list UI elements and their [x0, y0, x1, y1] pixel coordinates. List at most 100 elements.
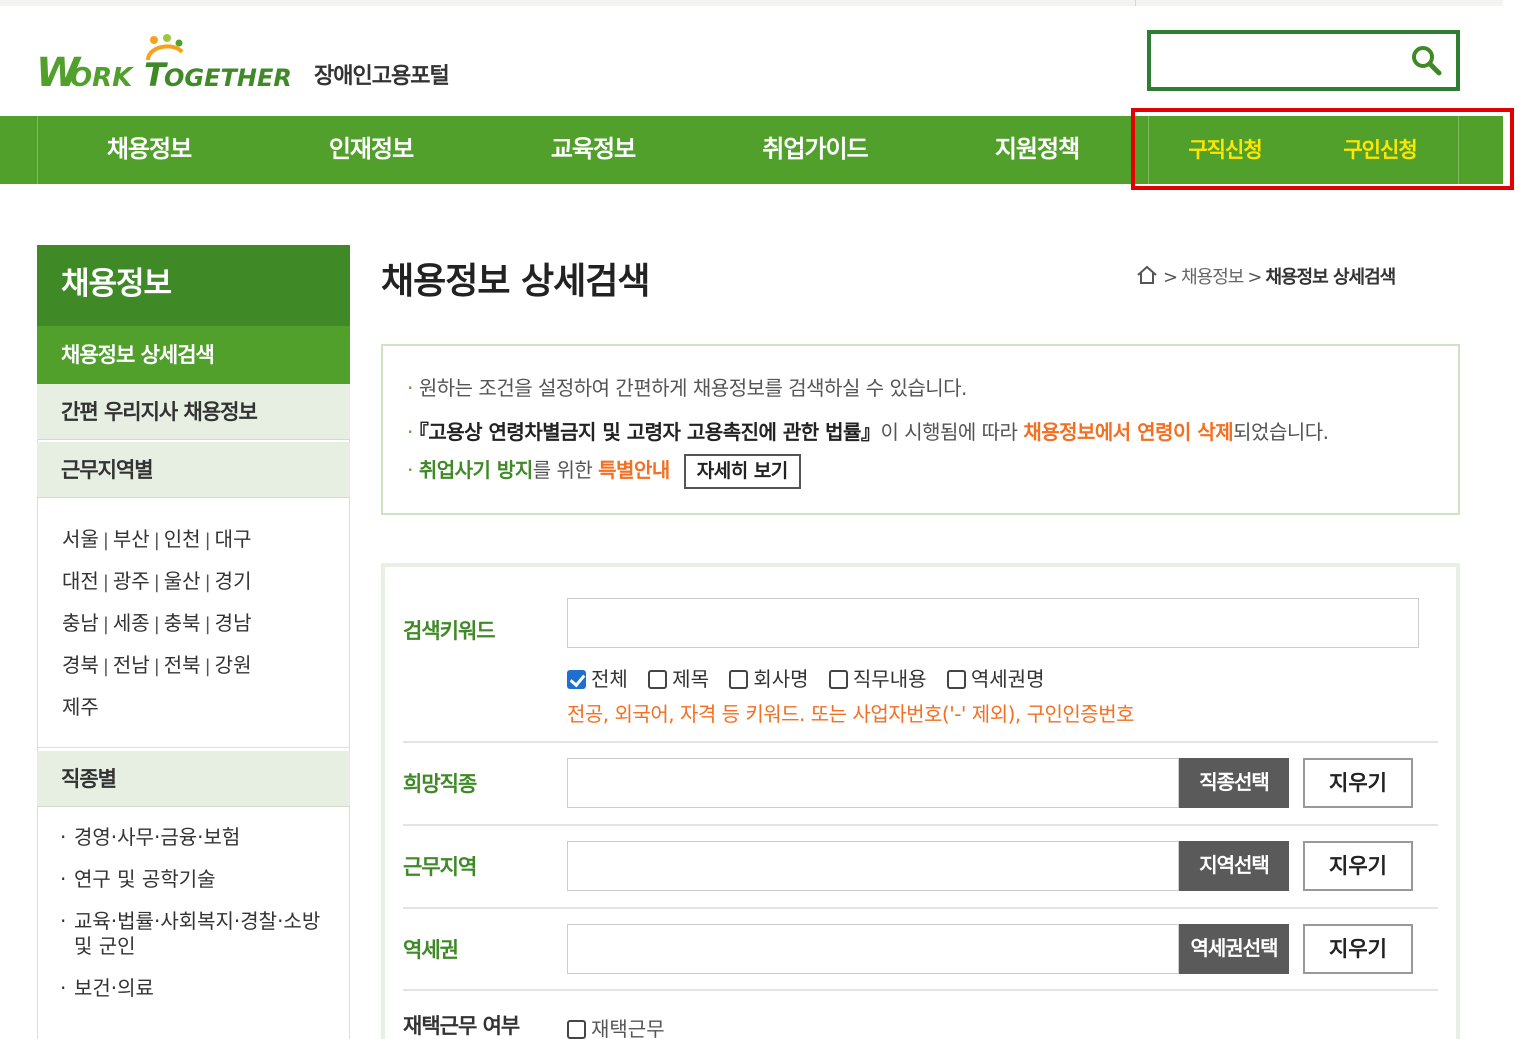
gnb-item-education-info[interactable]: 교육정보: [482, 116, 704, 184]
telework-label: 재택근무 여부: [403, 1014, 520, 1038]
job-category-link[interactable]: 보건·의료: [60, 976, 340, 1001]
divider: [403, 741, 1438, 743]
clear-region-button[interactable]: 지우기: [1303, 841, 1413, 891]
station-label: 역세권: [403, 938, 459, 962]
checkbox-icon: [828, 670, 848, 689]
checkbox-icon: [946, 670, 966, 689]
bullet: ·: [407, 458, 413, 482]
clear-job-button[interactable]: 지우기: [1303, 758, 1413, 808]
notice-line: · 원하는 조건을 설정하여 간편하게 채용정보를 검색하실 수 있습니다.: [407, 372, 967, 401]
region-label: 근무지역: [403, 855, 477, 879]
region-link[interactable]: 전남: [113, 653, 150, 677]
site-logo[interactable]: W ORK T OGETHER 장애인고용포털: [36, 34, 486, 94]
job-category-link[interactable]: 경영·사무·금융·보험: [60, 825, 340, 850]
region-row: 서울 | 부산 | 인천 | 대구: [62, 518, 342, 560]
keyword-scope-options: 전체 제목 회사명 직무내용 역세권명: [567, 663, 1058, 692]
region-link[interactable]: 대구: [215, 527, 252, 551]
clear-station-button[interactable]: 지우기: [1303, 924, 1413, 974]
notice-text: 를 위한: [532, 458, 599, 482]
gnb-item-recruit-info[interactable]: 채용정보: [38, 116, 260, 184]
breadcrumb: > 채용정보 > 채용정보 상세검색: [1135, 263, 1396, 289]
separator: |: [153, 614, 160, 635]
gnb-item-job-seeker-application[interactable]: 구직신청: [1150, 116, 1300, 184]
sidebar-item-by-job[interactable]: 직종별: [37, 751, 350, 807]
search-button[interactable]: [1410, 44, 1444, 78]
select-station-button[interactable]: 역세권선택: [1179, 924, 1289, 974]
notice-emphasis: 채용정보에서 연령이 삭제: [1023, 420, 1234, 444]
checkbox-label: 역세권명: [970, 667, 1045, 691]
gnb-item-talent-info[interactable]: 인재정보: [260, 116, 482, 184]
keyword-scope-all-checkbox[interactable]: 전체: [567, 663, 628, 692]
separator: |: [102, 656, 109, 677]
view-details-button[interactable]: 자세히 보기: [683, 454, 801, 489]
region-link[interactable]: 제주: [62, 695, 99, 719]
work-together-logo-icon: W ORK T OGETHER: [36, 34, 292, 94]
region-link[interactable]: 강원: [215, 653, 252, 677]
region-link[interactable]: 충북: [164, 611, 201, 635]
select-job-button[interactable]: 직종선택: [1179, 758, 1289, 808]
sidebar-item-by-region[interactable]: 근무지역별: [37, 442, 350, 498]
region-link[interactable]: 서울: [62, 527, 99, 551]
gnb-item-job-offer-application[interactable]: 구인신청: [1305, 116, 1455, 184]
notice-line: · 『고용상 연령차별금지 및 고령자 고용촉진에 관한 법률』이 시행됨에 따라…: [407, 416, 1329, 445]
keyword-scope-company-checkbox[interactable]: 회사명: [729, 663, 809, 692]
separator: |: [204, 614, 211, 635]
keyword-scope-duty-checkbox[interactable]: 직무내용: [828, 663, 927, 692]
site-search: [1147, 30, 1460, 91]
station-input[interactable]: [567, 924, 1179, 974]
notice-text: 이 시행됨에 따라: [880, 420, 1024, 444]
separator: |: [153, 530, 160, 551]
region-link[interactable]: 세종: [113, 611, 150, 635]
notice-box: · 원하는 조건을 설정하여 간편하게 채용정보를 검색하실 수 있습니다. · 『…: [381, 344, 1460, 515]
divider: [1148, 116, 1149, 184]
region-link[interactable]: 충남: [62, 611, 99, 635]
law-title: 『고용상 연령차별금지 및 고령자 고용촉진에 관한 법률』: [418, 420, 881, 444]
separator: |: [102, 572, 109, 593]
sidebar: 채용정보 채용정보 상세검색 간편 우리지사 채용정보 근무지역별 서울 | 부산 |…: [37, 245, 350, 1039]
keyword-scope-title-checkbox[interactable]: 제목: [648, 663, 709, 692]
search-input[interactable]: [1159, 42, 1399, 79]
sidebar-item-detail-search[interactable]: 채용정보 상세검색: [37, 326, 350, 384]
chevron-right-icon: >: [1163, 267, 1178, 288]
region-link[interactable]: 경남: [215, 611, 252, 635]
checkbox-icon: [567, 1020, 586, 1039]
job-category-link[interactable]: 교육·법률·사회복지·경찰·소방 및 군인: [60, 909, 340, 959]
checkbox-label: 재택근무: [591, 1017, 665, 1039]
gnb-item-job-guide[interactable]: 취업가이드: [704, 116, 926, 184]
divider: [38, 747, 349, 748]
keyword-scope-station-checkbox[interactable]: 역세권명: [946, 663, 1045, 692]
home-icon[interactable]: [1135, 263, 1159, 287]
region-link[interactable]: 경북: [62, 653, 99, 677]
region-link[interactable]: 인천: [164, 527, 201, 551]
checkbox-label: 직무내용: [852, 667, 927, 691]
region-row: 충남 | 세종 | 충북 | 경남: [62, 602, 342, 644]
search-icon: [1412, 46, 1442, 76]
notice-text: 되었습니다.: [1233, 420, 1329, 444]
separator: |: [204, 530, 211, 551]
breadcrumb-item[interactable]: 채용정보: [1181, 267, 1244, 288]
divider: [403, 824, 1438, 826]
region-link[interactable]: 광주: [113, 569, 150, 593]
job-category-link[interactable]: 연구 및 공학기술: [60, 867, 340, 892]
home-icon-svg: [1137, 265, 1157, 284]
region-link[interactable]: 대전: [62, 569, 99, 593]
telework-checkbox[interactable]: 재택근무: [567, 1013, 665, 1039]
keyword-label: 검색키워드: [403, 619, 496, 643]
region-link[interactable]: 경기: [215, 569, 252, 593]
region-input[interactable]: [567, 841, 1179, 891]
checkbox-icon: [729, 670, 749, 689]
keyword-input[interactable]: [567, 598, 1419, 648]
bullet: ·: [407, 420, 413, 444]
region-link[interactable]: 부산: [113, 527, 150, 551]
separator: |: [153, 656, 160, 677]
chevron-right-icon: >: [1247, 267, 1262, 288]
checkbox-label: 전체: [591, 667, 628, 691]
region-link[interactable]: 울산: [164, 569, 201, 593]
sidebar-item-local-branch[interactable]: 간편 우리지사 채용정보: [37, 384, 350, 440]
checkbox-icon: [648, 670, 668, 689]
job-input[interactable]: [567, 758, 1179, 808]
region-link[interactable]: 전북: [164, 653, 201, 677]
select-region-button[interactable]: 지역선택: [1179, 841, 1289, 891]
gnb-item-support-policy[interactable]: 지원정책: [926, 116, 1148, 184]
separator: |: [204, 572, 211, 593]
